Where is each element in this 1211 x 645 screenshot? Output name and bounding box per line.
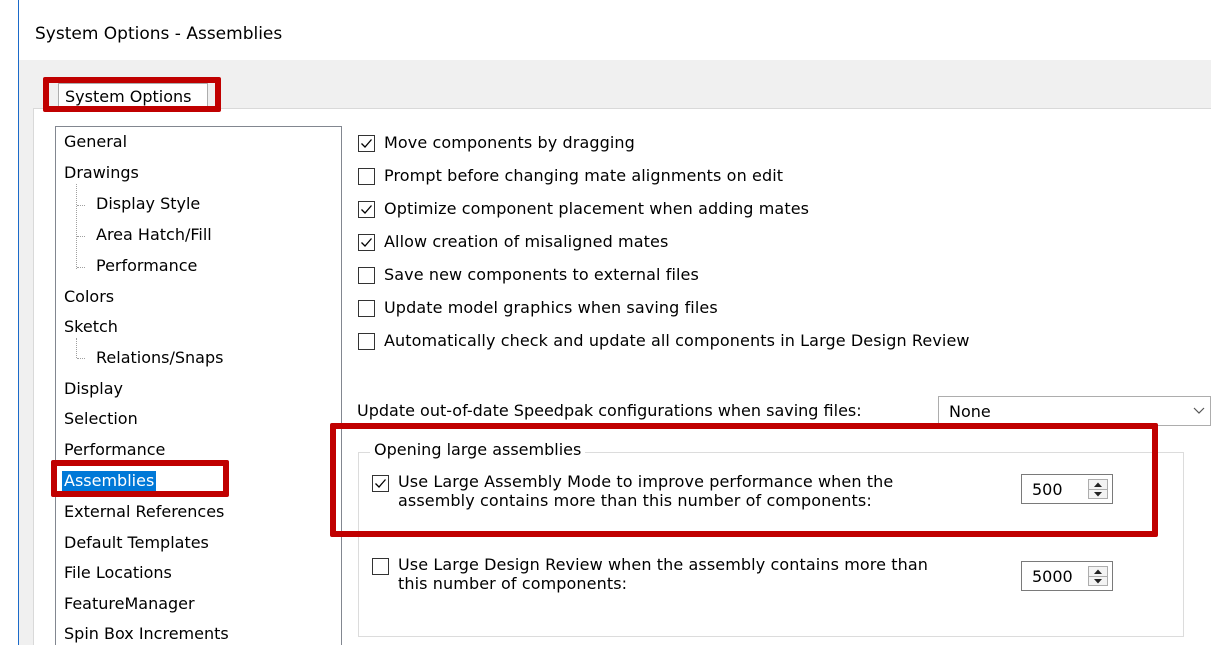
checkmark-icon [361, 238, 372, 247]
speedpak-dropdown[interactable]: None [938, 396, 1211, 426]
checkbox[interactable] [358, 168, 375, 185]
tree-item-display[interactable]: Display [64, 379, 123, 399]
highlight-assemblies [51, 460, 229, 497]
tree-item-drawings[interactable]: Drawings [64, 163, 139, 183]
checkbox[interactable] [358, 267, 375, 284]
checkmark-icon [361, 205, 372, 214]
tree-item-area-hatch-fill[interactable]: Area Hatch/Fill [96, 225, 212, 245]
option-label: Move components by dragging [384, 133, 635, 152]
option-label: Allow creation of misaligned mates [384, 232, 669, 251]
highlight-system-options [43, 77, 221, 112]
tree-item-file-locations[interactable]: File Locations [64, 563, 172, 583]
tree-item-relations-snaps[interactable]: Relations/Snaps [96, 348, 223, 368]
tree-item-default-templates[interactable]: Default Templates [64, 533, 209, 553]
option-label: Optimize component placement when adding… [384, 199, 810, 218]
chevron-down-icon [1193, 407, 1205, 414]
option-label: Use Large Design Review when the assembl… [398, 555, 928, 593]
ldr-threshold-spinbox[interactable]: 5000 [1021, 561, 1113, 591]
tree-item-sketch[interactable]: Sketch [64, 317, 118, 337]
tree-item-display-style[interactable]: Display Style [96, 194, 200, 214]
tree-connector [76, 338, 77, 358]
tree-item-general[interactable]: General [64, 132, 127, 152]
spin-down-icon[interactable] [1093, 578, 1103, 585]
tree-connector [77, 267, 85, 268]
option-label: Automatically check and update all compo… [384, 331, 970, 350]
spin-buttons[interactable] [1088, 566, 1108, 586]
speedpak-value: None [949, 402, 991, 421]
tree-item-selection[interactable]: Selection [64, 409, 138, 429]
checkbox[interactable] [358, 333, 375, 350]
option-label: Update model graphics when saving files [384, 298, 718, 317]
option-label: Save new components to external files [384, 265, 699, 284]
checkbox[interactable] [358, 135, 375, 152]
option-label-line: this number of components: [398, 574, 628, 593]
option-label: Prompt before changing mate alignments o… [384, 166, 784, 185]
tree-item-drawings-performance[interactable]: Performance [96, 256, 197, 276]
spinbox-value: 5000 [1032, 567, 1073, 586]
tree-connector [77, 236, 85, 237]
checkbox[interactable] [358, 201, 375, 218]
checkbox[interactable] [358, 300, 375, 317]
highlight-large-assembly-mode [330, 423, 1158, 537]
speedpak-label: Update out-of-date Speedpak configuratio… [357, 401, 862, 420]
tree-item-performance[interactable]: Performance [64, 440, 165, 460]
checkbox[interactable] [372, 558, 389, 575]
tree-item-external-references[interactable]: External References [64, 502, 224, 522]
window-title: System Options - Assemblies [35, 24, 283, 44]
spin-divider [1089, 576, 1107, 577]
tree-item-spin-box-increments[interactable]: Spin Box Increments [64, 624, 229, 644]
checkbox[interactable] [358, 234, 375, 251]
tree-connector [77, 205, 85, 206]
option-label-line: Use Large Design Review when the assembl… [398, 555, 928, 574]
tree-item-colors[interactable]: Colors [64, 287, 114, 307]
tree-connector [77, 358, 85, 359]
tree-item-featuremanager[interactable]: FeatureManager [64, 594, 195, 614]
spin-up-icon[interactable] [1093, 568, 1103, 575]
tree-connector [76, 184, 77, 269]
checkmark-icon [361, 139, 372, 148]
